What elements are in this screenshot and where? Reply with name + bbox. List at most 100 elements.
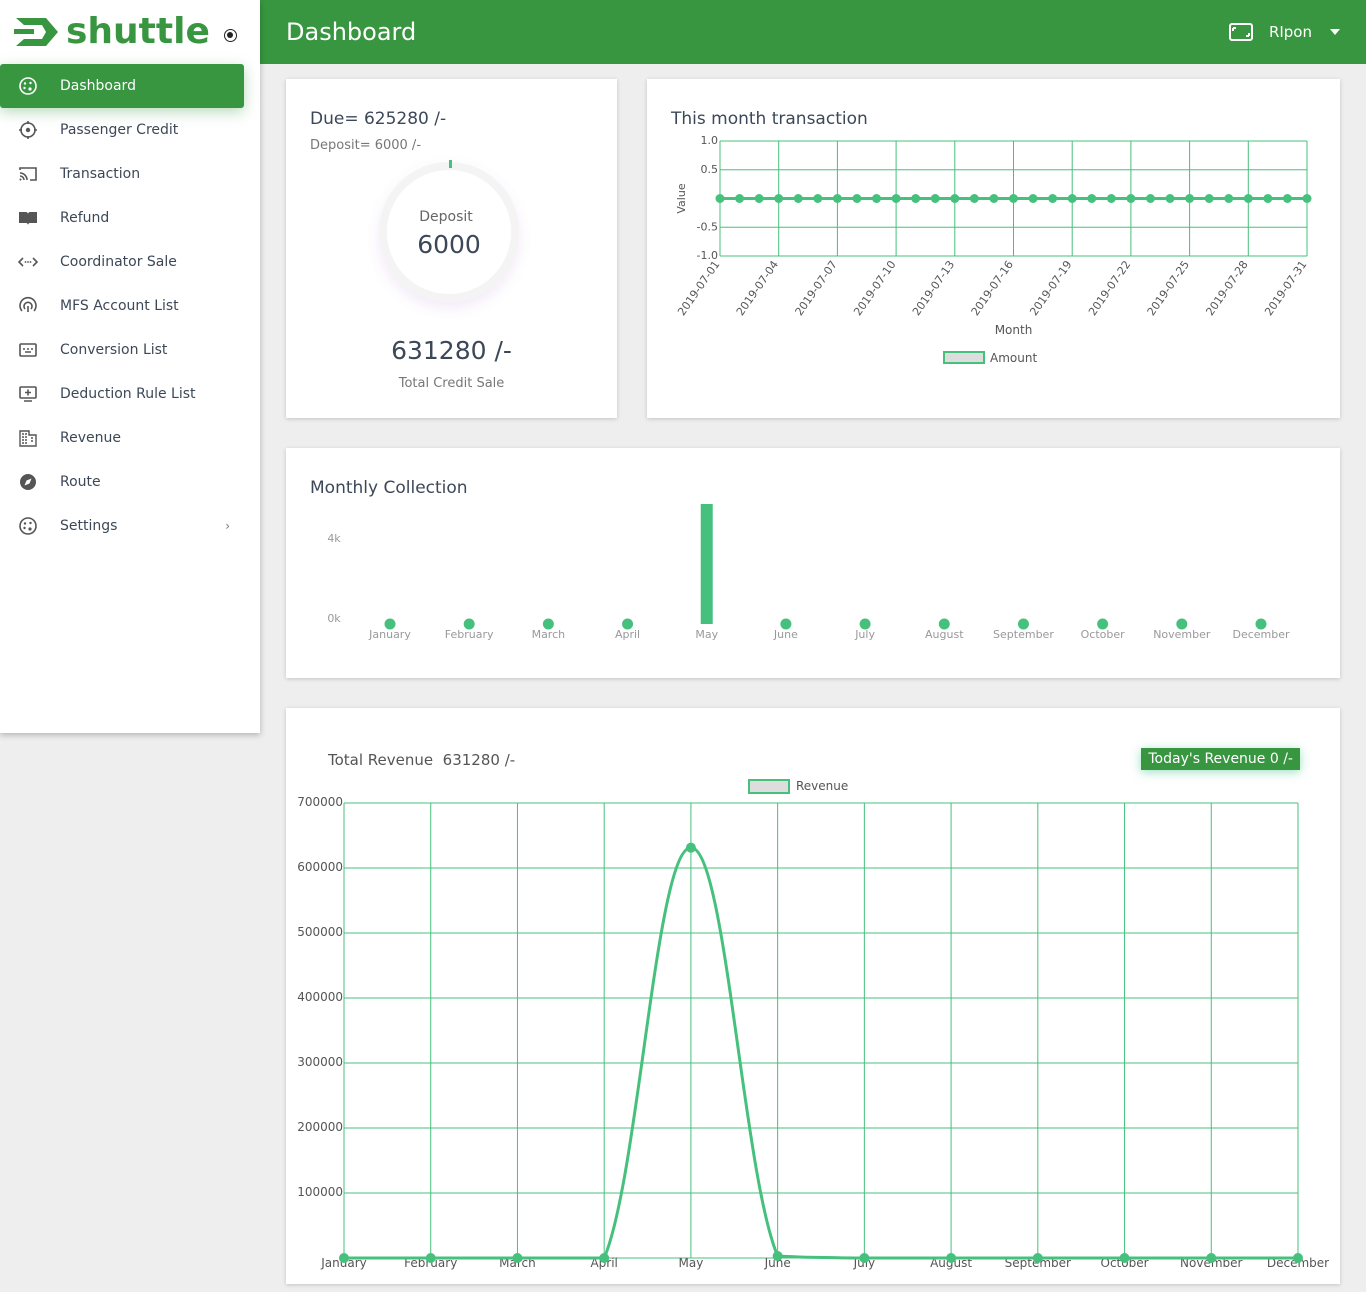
- data-point: [852, 194, 862, 203]
- data-point: [1067, 194, 1077, 203]
- transaction-card: This month transaction 1.0 0.5 -0.5 -1.0 201…: [647, 79, 1340, 418]
- book-icon: [18, 208, 38, 228]
- data-point: [772, 1251, 783, 1262]
- data-point: [1302, 194, 1312, 203]
- y-tick-label: -0.5: [697, 220, 718, 233]
- credit-summary-card: Due= 625280 /- Deposit= 6000 /- Deposit …: [286, 79, 617, 418]
- sidebar-item-label: Revenue: [60, 430, 121, 446]
- user-menu[interactable]: RIpon: [1228, 22, 1340, 42]
- data-point: [1032, 1253, 1043, 1263]
- x-tick-label: 2019-07-31: [1262, 258, 1309, 318]
- sidebar-item-label: MFS Account List: [60, 298, 179, 314]
- caret-down-icon[interactable]: [1330, 29, 1340, 35]
- y-tick-label: 0k: [327, 612, 341, 625]
- sidebar-item-label: Passenger Credit: [60, 122, 179, 138]
- data-point: [425, 1253, 436, 1263]
- x-tick-label: 2019-07-16: [969, 258, 1016, 318]
- data-point: [754, 194, 764, 203]
- data-point: [1028, 194, 1038, 203]
- deposit-ring-value: 6000: [417, 230, 481, 259]
- deposit-ring-marker: [449, 160, 452, 168]
- sidebar-item-passenger-credit[interactable]: Passenger Credit: [0, 108, 260, 152]
- x-tick-label: November: [1153, 628, 1211, 641]
- sidebar-item-label: Settings: [60, 518, 118, 534]
- data-point: [1106, 194, 1116, 203]
- x-tick-label: July: [854, 628, 875, 641]
- y-tick-label: 100000: [297, 1185, 343, 1199]
- fingerprint-icon: [18, 296, 38, 316]
- sidebar-nav: Dashboard Passenger Credit Transaction Refu…: [0, 64, 260, 548]
- sidebar-item-dashboard[interactable]: Dashboard: [0, 64, 244, 108]
- data-point: [793, 194, 803, 203]
- y-axis-label: Value: [675, 183, 688, 213]
- x-tick-label: May: [679, 1256, 704, 1270]
- sidebar-item-conversion-list[interactable]: Conversion List: [0, 328, 260, 372]
- x-tick-label: June: [773, 628, 798, 641]
- code-arrows-icon: [18, 252, 38, 272]
- x-tick-label: December: [1232, 628, 1290, 641]
- x-tick-label: 2019-07-28: [1203, 258, 1250, 318]
- compass-icon: [18, 472, 38, 492]
- x-tick-label: 2019-07-19: [1027, 258, 1074, 318]
- sidebar-item-coordinator-sale[interactable]: Coordinator Sale: [0, 240, 260, 284]
- data-point: [1293, 1253, 1303, 1263]
- sidebar-item-route[interactable]: Route: [0, 460, 260, 504]
- x-tick-label: 2019-07-01: [675, 258, 722, 318]
- data-point: [859, 1253, 870, 1263]
- collection-chart: 4k 0k January February March April May June July…: [327, 504, 1290, 641]
- data-point: [1243, 194, 1253, 203]
- sidebar-item-label: Refund: [60, 210, 110, 226]
- x-tick-label: May: [695, 628, 718, 641]
- sidebar-item-revenue[interactable]: Revenue: [0, 416, 260, 460]
- y-tick-label: 1.0: [701, 134, 719, 147]
- data-point: [1206, 1253, 1217, 1263]
- sidebar-item-settings[interactable]: Settings ›: [0, 504, 260, 548]
- sidebar-item-refund[interactable]: Refund: [0, 196, 260, 240]
- data-point: [339, 1253, 349, 1263]
- data-point: [1185, 194, 1195, 203]
- cast-icon: [18, 164, 38, 184]
- data-point: [891, 194, 901, 203]
- shuttle-logo-icon: [14, 18, 58, 46]
- total-credit-value: 631280 /-: [391, 336, 512, 365]
- sidebar-item-label: Transaction: [60, 166, 141, 182]
- add-to-queue-icon: [18, 384, 38, 404]
- data-point: [1119, 1253, 1130, 1263]
- y-tick-label: 4k: [327, 532, 341, 545]
- x-tick-label: October: [1081, 628, 1125, 641]
- data-point: [1145, 194, 1155, 203]
- data-point: [599, 1253, 610, 1263]
- sidebar-item-transaction[interactable]: Transaction: [0, 152, 260, 196]
- sidebar-toggle-icon[interactable]: [223, 28, 237, 42]
- x-tick-label: 2019-07-07: [793, 258, 840, 318]
- y-tick-label: 200000: [297, 1120, 343, 1134]
- legend-label-revenue: Revenue: [796, 779, 848, 793]
- x-tick-label: 2019-07-25: [1145, 258, 1192, 318]
- data-point: [735, 194, 745, 203]
- sidebar-item-mfs-account-list[interactable]: MFS Account List: [0, 284, 260, 328]
- legend-swatch-amount: [943, 351, 985, 364]
- series-line-revenue: [343, 846, 1298, 1260]
- total-credit-label: Total Credit Sale: [398, 376, 505, 391]
- topbar: Dashboard RIpon: [260, 0, 1366, 64]
- sidebar-item-deduction-rule-list[interactable]: Deduction Rule List: [0, 372, 260, 416]
- target-icon: [18, 120, 38, 140]
- due-amount: Due= 625280 /-: [310, 109, 447, 129]
- deposit-ring-label: Deposit: [419, 209, 473, 225]
- x-tick-label: August: [925, 628, 964, 641]
- palette-icon: [18, 516, 38, 536]
- brand-logo[interactable]: shuttle: [0, 0, 260, 64]
- data-point: [946, 1253, 957, 1263]
- legend-swatch-revenue: [748, 779, 790, 794]
- data-point: [1048, 194, 1058, 203]
- sidebar-item-label: Route: [60, 474, 101, 490]
- x-tick-label: 2019-07-22: [1086, 258, 1133, 318]
- palette-icon: [18, 76, 38, 96]
- sidebar: shuttle Dashboard Passenger Credit Transac…: [0, 0, 260, 733]
- y-tick-label: -1.0: [697, 249, 718, 262]
- y-tick-label: 300000: [297, 1055, 343, 1069]
- data-point: [1087, 194, 1097, 203]
- legend-label-amount: Amount: [990, 351, 1037, 365]
- x-tick-label: 2019-07-13: [910, 258, 957, 318]
- data-point: [872, 194, 882, 203]
